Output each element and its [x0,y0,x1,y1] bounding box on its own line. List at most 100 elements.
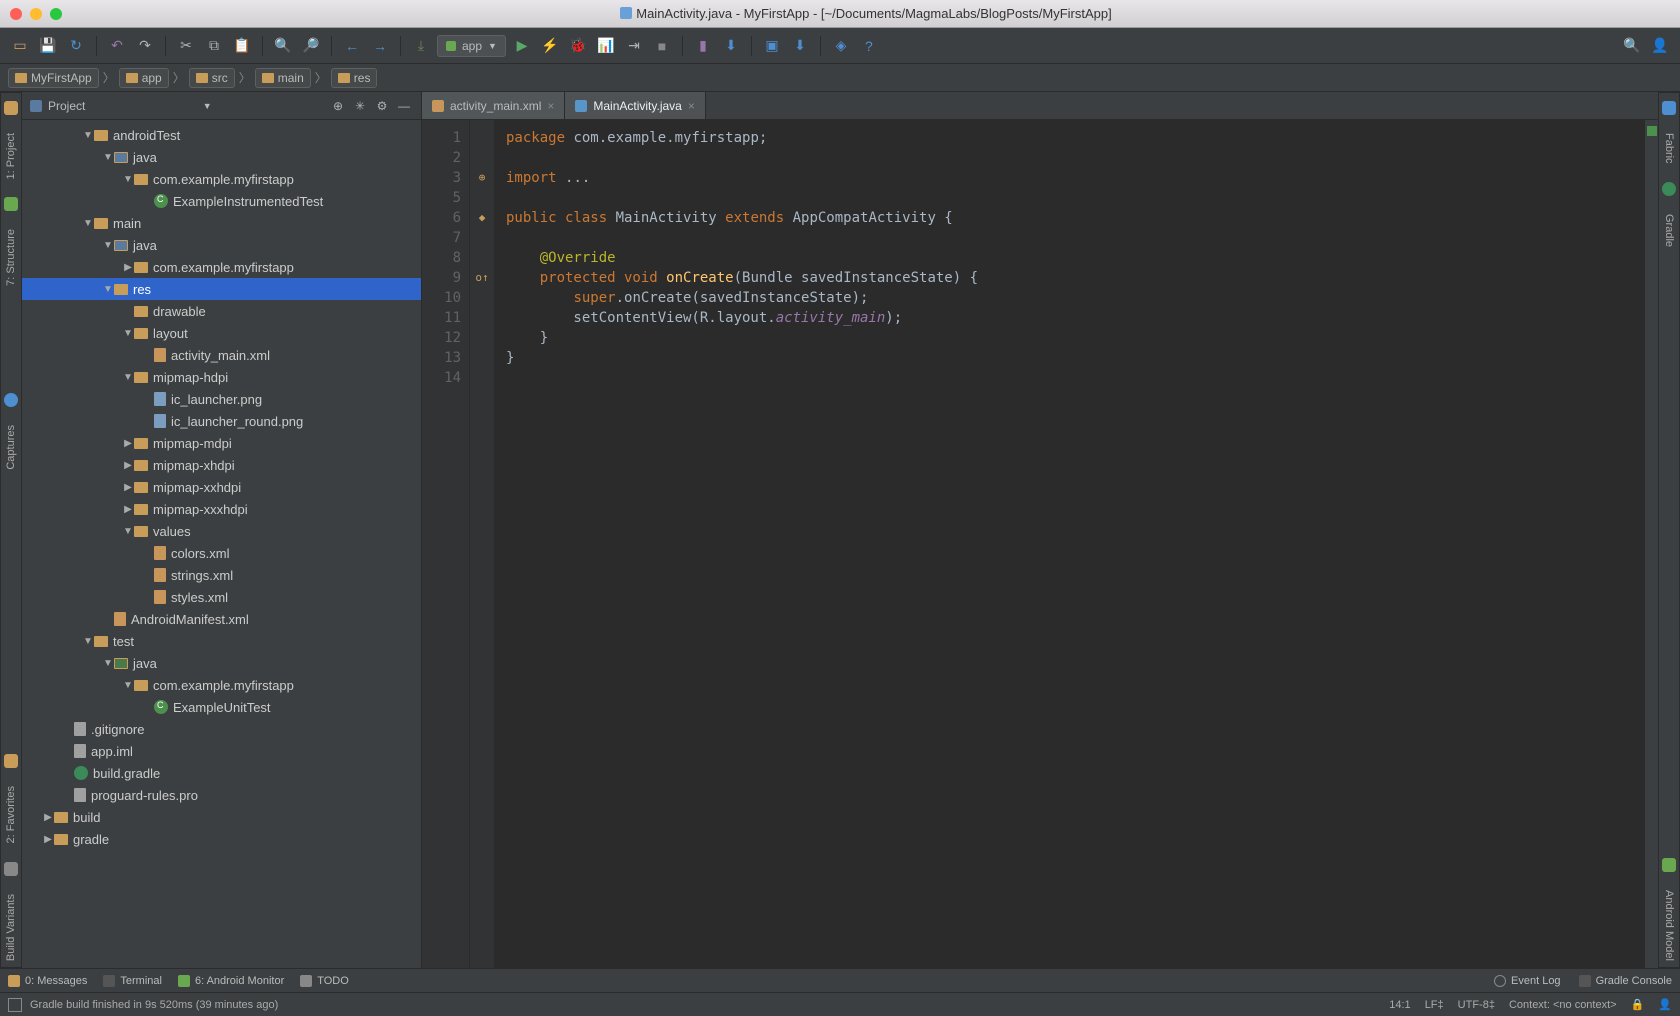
forward-icon[interactable]: → [368,34,392,58]
avd-icon[interactable]: ▮ [691,34,715,58]
breadcrumb[interactable]: app [119,68,169,88]
error-stripe[interactable] [1644,120,1658,968]
help-icon[interactable]: ? [857,34,881,58]
messages-tab[interactable]: 0: Messages [8,975,87,987]
tool-window-build-variants[interactable]: Build Variants [3,888,19,967]
tree-node[interactable]: strings.xml [22,564,421,586]
tree-node[interactable]: ▼java [22,234,421,256]
run-icon[interactable]: ▶ [510,34,534,58]
tree-node[interactable]: app.iml [22,740,421,762]
settings-icon[interactable]: ◈ [829,34,853,58]
tree-node[interactable]: ▶mipmap-mdpi [22,432,421,454]
tree-node[interactable]: ▼values [22,520,421,542]
tree-node[interactable]: styles.xml [22,586,421,608]
stop-icon[interactable]: ■ [650,34,674,58]
favorites-strip-icon[interactable] [4,754,18,768]
tree-node[interactable]: ▶mipmap-xxhdpi [22,476,421,498]
terminal-tab[interactable]: Terminal [103,975,162,987]
open-icon[interactable]: ▭ [8,34,32,58]
event-log-tab[interactable]: Event Log [1494,975,1561,987]
tree-node[interactable]: proguard-rules.pro [22,784,421,806]
tree-node[interactable]: ▼mipmap-hdpi [22,366,421,388]
find-icon[interactable]: 🔍 [271,34,295,58]
tree-node[interactable]: .gitignore [22,718,421,740]
editor-tab[interactable]: MainActivity.java× [565,92,706,119]
context-label[interactable]: Context: <no context> [1509,999,1617,1011]
fabric-strip-icon[interactable] [1662,101,1676,115]
project-tree[interactable]: ▼androidTest▼java▼com.example.myfirstapp… [22,120,421,968]
lock-icon[interactable]: 🔒 [1631,998,1645,1011]
tree-node[interactable]: ▼java [22,146,421,168]
tree-node[interactable]: AndroidManifest.xml [22,608,421,630]
sdk-icon[interactable]: ⬇ [719,34,743,58]
tree-node[interactable]: ic_launcher_round.png [22,410,421,432]
gutter-icon[interactable]: ⊕ [470,168,494,188]
tree-node[interactable]: colors.xml [22,542,421,564]
todo-tab[interactable]: TODO [300,975,349,987]
layout-inspector-icon[interactable]: ▣ [760,34,784,58]
breadcrumb[interactable]: res [331,68,378,88]
tree-node[interactable]: ic_launcher.png [22,388,421,410]
apply-changes-icon[interactable]: ⚡ [538,34,562,58]
tree-node[interactable]: ▶gradle [22,828,421,850]
tree-node[interactable]: activity_main.xml [22,344,421,366]
tool-window-favorites[interactable]: 2: Favorites [3,780,19,849]
structure-strip-icon[interactable] [4,197,18,211]
tree-node[interactable]: ▶build [22,806,421,828]
tree-node[interactable]: build.gradle [22,762,421,784]
sync-icon[interactable]: ↻ [64,34,88,58]
cut-icon[interactable]: ✂ [174,34,198,58]
icon-gutter[interactable]: ⊕ ◆ o↑ [470,120,494,968]
redo-icon[interactable]: ↷ [133,34,157,58]
tree-node[interactable]: ExampleUnitTest [22,696,421,718]
tree-node[interactable]: ▼main [22,212,421,234]
tree-node[interactable]: ▼com.example.myfirstapp [22,168,421,190]
editor-body[interactable]: 123567891011121314 ⊕◆o↑ package com.exam… [422,120,1658,968]
android-model-strip-icon[interactable] [1662,858,1676,872]
run-config-selector[interactable]: app ▼ [437,35,506,57]
close-tab-icon[interactable]: × [688,99,695,113]
file-encoding[interactable]: UTF-8‡ [1458,999,1495,1011]
hide-icon[interactable]: — [395,97,413,115]
tool-window-structure[interactable]: 7: Structure [3,223,19,292]
back-icon[interactable]: ← [340,34,364,58]
close-window-button[interactable] [10,8,22,20]
android-monitor-tab[interactable]: 6: Android Monitor [178,975,284,987]
tool-window-captures[interactable]: Captures [3,419,19,476]
breadcrumb[interactable]: main [255,68,311,88]
theme-editor-icon[interactable]: ⬇ [788,34,812,58]
collapse-all-icon[interactable]: ⊕ [329,97,347,115]
tree-node[interactable]: drawable [22,300,421,322]
gutter-icon[interactable]: ◆ [470,208,494,228]
tree-node[interactable]: ▼java [22,652,421,674]
tree-node[interactable]: ▶mipmap-xxxhdpi [22,498,421,520]
make-icon[interactable]: ⤓ [409,34,433,58]
gradle-strip-icon[interactable] [1662,182,1676,196]
gear-icon[interactable]: ⚙ [373,97,391,115]
hector-icon[interactable]: 👤 [1658,998,1672,1011]
gutter-icon[interactable]: o↑ [470,268,494,288]
project-view-label[interactable]: Project [48,99,85,113]
project-strip-icon[interactable] [4,101,18,115]
tool-window-fabric[interactable]: Fabric [1661,127,1677,170]
captures-strip-icon[interactable] [4,393,18,407]
tree-node[interactable]: ▼res [22,278,421,300]
paste-icon[interactable]: 📋 [230,34,254,58]
replace-icon[interactable]: 🔎 [299,34,323,58]
breadcrumb[interactable]: MyFirstApp [8,68,99,88]
copy-icon[interactable]: ⧉ [202,34,226,58]
breadcrumb[interactable]: src [189,68,235,88]
tool-window-gradle[interactable]: Gradle [1661,208,1677,253]
gradle-console-tab[interactable]: Gradle Console [1579,975,1672,987]
caret-position[interactable]: 14:1 [1389,999,1410,1011]
tree-node[interactable]: ▼layout [22,322,421,344]
tool-window-project[interactable]: 1: Project [3,127,19,185]
debug-icon[interactable]: 🐞 [566,34,590,58]
search-everywhere-icon[interactable]: 🔍 [1620,34,1644,58]
tree-node[interactable]: ▶com.example.myfirstapp [22,256,421,278]
editor-tab[interactable]: activity_main.xml× [422,92,565,119]
tree-node[interactable]: ▼com.example.myfirstapp [22,674,421,696]
attach-icon[interactable]: ⇥ [622,34,646,58]
profile-icon[interactable]: 📊 [594,34,618,58]
line-separator[interactable]: LF‡ [1425,999,1444,1011]
